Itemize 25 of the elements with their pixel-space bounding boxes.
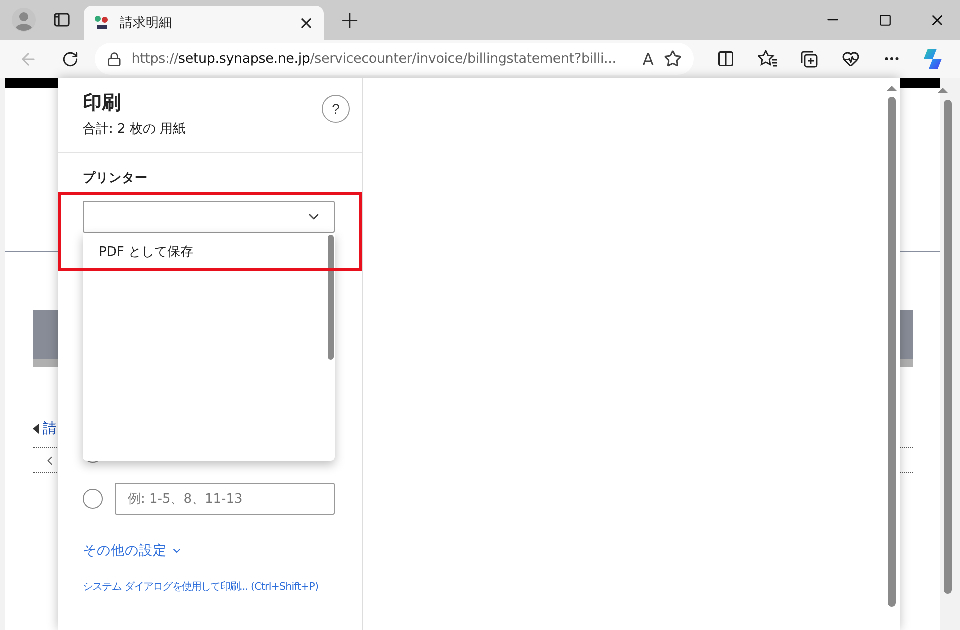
printer-option[interactable]: PDF として保存: [83, 236, 335, 268]
lock-icon: [106, 52, 122, 66]
close-tab-button[interactable]: ×: [298, 12, 314, 34]
refresh-icon[interactable]: [62, 50, 79, 68]
triangle-left-icon: [33, 424, 39, 434]
browser-tab[interactable]: 請求明細 ×: [84, 6, 324, 40]
more-settings-link[interactable]: その他の設定: [83, 542, 335, 560]
maximize-icon[interactable]: [878, 14, 892, 26]
dialog-title: 印刷: [83, 91, 122, 116]
favorite-star-icon[interactable]: [664, 50, 682, 68]
printer-select[interactable]: [83, 201, 335, 233]
sheet-count: 合計: 2 枚の 用紙: [83, 121, 186, 138]
tab-title: 請求明細: [120, 15, 173, 32]
read-aloud-button[interactable]: A: [642, 50, 654, 68]
printer-label: プリンター: [83, 170, 149, 187]
favicon-icon: [94, 15, 110, 31]
vertical-tabs-icon[interactable]: [54, 12, 70, 28]
url-text: https://setup.synapse.ne.jp/servicecounter/invoice/billingstatement?billi...: [132, 51, 618, 67]
system-dialog-link[interactable]: システム ダイアログを使用して印刷... (Ctrl+Shift+P): [83, 580, 319, 594]
address-bar[interactable]: https://setup.synapse.ne.jp/servicecounter/invoice/billingstatement?billi... A: [94, 43, 694, 75]
back-link[interactable]: 請: [43, 420, 57, 438]
page-range-field[interactable]: 例: 1-5、8、11-13: [115, 483, 335, 515]
radio-button[interactable]: [83, 489, 103, 509]
new-tab-button[interactable]: +: [340, 6, 360, 34]
help-button[interactable]: ?: [322, 95, 350, 123]
